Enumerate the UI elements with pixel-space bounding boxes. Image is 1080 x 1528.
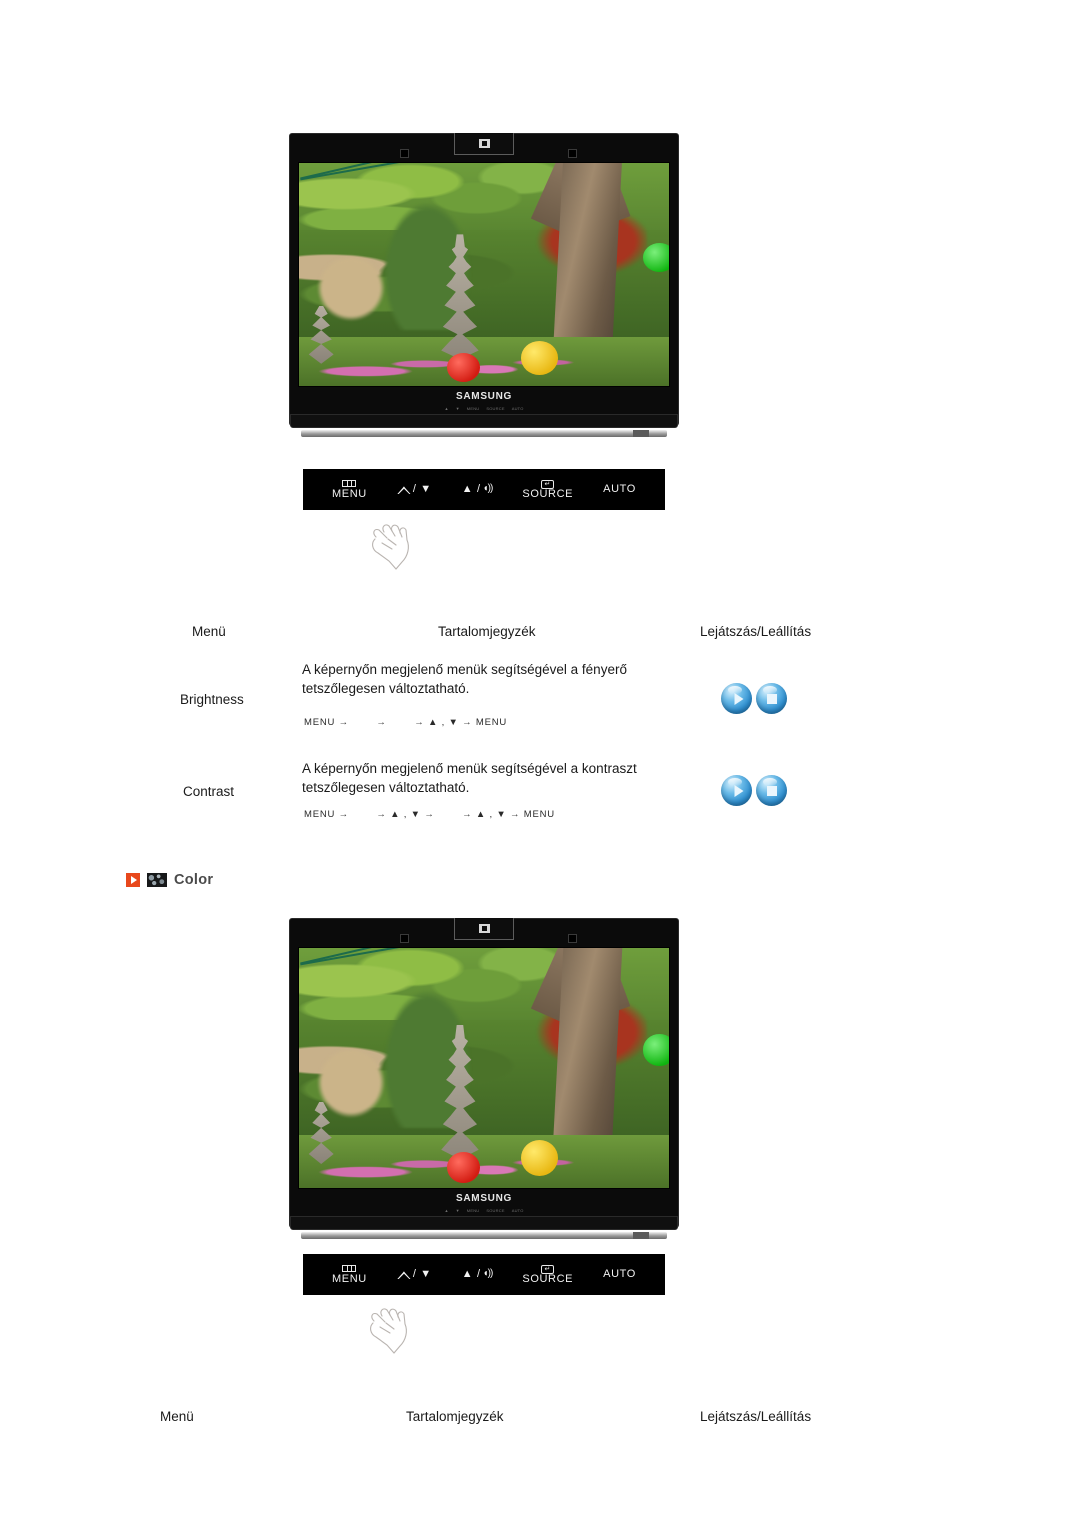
bezel-sensor-left-icon-2: [400, 934, 409, 943]
osd-source-label-2: SOURCE: [522, 1273, 574, 1286]
osd-up-volume-button-2[interactable]: ▲ / ◖)): [461, 1267, 494, 1281]
osd-menu-label: MENU: [332, 487, 367, 500]
screen-red-lantern: [447, 352, 481, 382]
brightness-icon-2: [396, 1271, 411, 1280]
bezel-top-notch: [454, 133, 514, 155]
up-volume-row: ▲ / ◖)): [461, 482, 494, 496]
screen-yellow-lantern-2: [521, 1140, 558, 1176]
screen-tree-trunk-2: [552, 948, 623, 1150]
osd-up-volume-button[interactable]: ▲ / ◖)): [461, 482, 494, 496]
screen-flower-bed: [299, 336, 669, 386]
monitor-key-labels: ▲ ▼ MENU SOURCE AUTO: [444, 406, 523, 411]
screen-yellow-lantern: [521, 341, 558, 375]
monitor-screen: [298, 162, 670, 387]
monitor-body-2: SAMSUNG ▲ ▼ MENU SOURCE AUTO: [289, 918, 679, 1239]
key-label-2-4: AUTO: [511, 1208, 524, 1213]
osd-menu-button[interactable]: MENU: [332, 479, 367, 501]
stop-button-contrast[interactable]: [756, 775, 787, 806]
key-label-4: AUTO: [511, 406, 524, 411]
monitor-base-2: [290, 1216, 678, 1230]
monitor-top-bezel-2: [298, 918, 670, 947]
osd-source-button[interactable]: ↵ SOURCE: [522, 478, 573, 501]
playstop-controls-contrast: [721, 775, 787, 806]
row-sequence-brightness: MENU → → → ▲ , ▼ → MENU: [304, 717, 508, 728]
bottom-column-header-playstop: Lejátszás/Leállítás: [700, 1409, 812, 1424]
bottom-column-header-menu: Menü: [160, 1409, 194, 1424]
monitor-key-labels-2: ▲ ▼ MENU SOURCE AUTO: [444, 1208, 523, 1213]
key-label-1: ▼: [455, 406, 460, 411]
key-label-3: SOURCE: [486, 406, 505, 411]
osd-source-label: SOURCE: [522, 488, 574, 501]
osd-auto-label: AUTO: [603, 482, 636, 495]
monitor-illustration-brightness: SAMSUNG ▲ ▼ MENU SOURCE AUTO: [289, 133, 679, 437]
osd-auto-label-2: AUTO: [603, 1267, 636, 1280]
monitor-top-bezel: [298, 133, 670, 162]
brightness-down-row-2: / ▼: [396, 1267, 432, 1281]
osd-up-volume-label-2: ▲ /: [461, 1267, 481, 1280]
key-label-0: ▲: [444, 406, 449, 411]
monitor-stand-bar-2: [301, 1232, 667, 1239]
brightness-down-row: / ▼: [396, 482, 432, 496]
hand-pointer-icon-2: [360, 1305, 422, 1361]
screen-green-lantern-2: [643, 1034, 669, 1066]
key-label-2: MENU: [466, 406, 480, 411]
screen-tree-trunk: [553, 163, 623, 351]
monitor-stand-bar: [301, 430, 667, 437]
osd-menu-label-2: MENU: [332, 1272, 367, 1285]
row-description-contrast: A képernyőn megjelenő menük segítségével…: [302, 761, 637, 795]
osd-button-bar-brightness: MENU / ▼ ▲ / ◖)) ↵ SOURCE AUTO: [303, 469, 665, 510]
row-label-contrast: Contrast: [183, 784, 235, 799]
monitor-screen-2: [298, 947, 670, 1189]
key-label-2-0: ▲: [444, 1208, 449, 1213]
volume-icon-2: ◖)): [482, 1268, 494, 1280]
key-label-2-2: MENU: [466, 1208, 480, 1213]
bezel-sensor-right-icon-2: [568, 934, 577, 943]
play-button-brightness[interactable]: [721, 683, 752, 714]
bottom-column-header-contents: Tartalomjegyzék: [406, 1409, 504, 1424]
bezel-sensor-left-icon: [400, 149, 409, 158]
osd-source-button-2[interactable]: ↵ SOURCE: [522, 1263, 573, 1286]
key-label-2-3: SOURCE: [486, 1208, 505, 1213]
row-description-brightness: A képernyőn megjelenő menük segítségével…: [302, 662, 627, 696]
row-label-brightness: Brightness: [180, 692, 244, 707]
row-sequence-contrast: MENU → → ▲ , ▼ → → ▲ , ▼ → MENU: [304, 809, 555, 820]
stop-button-brightness[interactable]: [756, 683, 787, 714]
bezel-sensor-right-icon: [568, 149, 577, 158]
osd-menu-button-2[interactable]: MENU: [332, 1264, 367, 1286]
osd-brightness-down-button-2[interactable]: / ▼: [396, 1267, 432, 1281]
playstop-controls-brightness: [721, 683, 787, 714]
play-button-contrast[interactable]: [721, 775, 752, 806]
bezel-top-notch-2: [454, 918, 514, 940]
screen-green-lantern: [643, 243, 669, 273]
hand-pointer-icon: [362, 521, 424, 577]
column-header-menu: Menü: [192, 624, 226, 639]
volume-icon: ◖)): [482, 483, 494, 495]
osd-auto-button[interactable]: AUTO: [603, 482, 636, 496]
section-heading-color[interactable]: Color: [126, 872, 213, 888]
osd-up-volume-label: ▲ /: [461, 482, 481, 495]
color-thumbnail-icon: [147, 873, 167, 887]
samsung-logo-2: SAMSUNG: [455, 1193, 513, 1204]
osd-brightness-down-button[interactable]: / ▼: [396, 482, 432, 496]
samsung-logo: SAMSUNG: [455, 391, 513, 402]
key-label-2-1: ▼: [455, 1208, 460, 1213]
play-badge-icon: [126, 873, 140, 887]
brightness-icon: [396, 486, 411, 495]
screen-flower-bed-2: [299, 1135, 669, 1188]
section-title-color: Color: [174, 872, 214, 888]
osd-auto-button-2[interactable]: AUTO: [603, 1267, 636, 1281]
notch-glyph-icon: [478, 139, 490, 148]
column-header-contents: Tartalomjegyzék: [438, 624, 536, 639]
column-header-playstop: Lejátszás/Leállítás: [700, 624, 812, 639]
up-volume-row-2: ▲ / ◖)): [461, 1267, 494, 1281]
osd-button-bar-color: MENU / ▼ ▲ / ◖)) ↵ SOURCE AUTO: [303, 1254, 665, 1295]
notch-glyph-icon-2: [478, 924, 490, 933]
osd-brightness-down-label: / ▼: [412, 482, 432, 495]
monitor-body: SAMSUNG ▲ ▼ MENU SOURCE AUTO: [289, 133, 679, 437]
osd-brightness-down-label-2: / ▼: [412, 1267, 432, 1280]
monitor-base: [290, 414, 678, 428]
monitor-illustration-color: SAMSUNG ▲ ▼ MENU SOURCE AUTO: [289, 918, 679, 1239]
